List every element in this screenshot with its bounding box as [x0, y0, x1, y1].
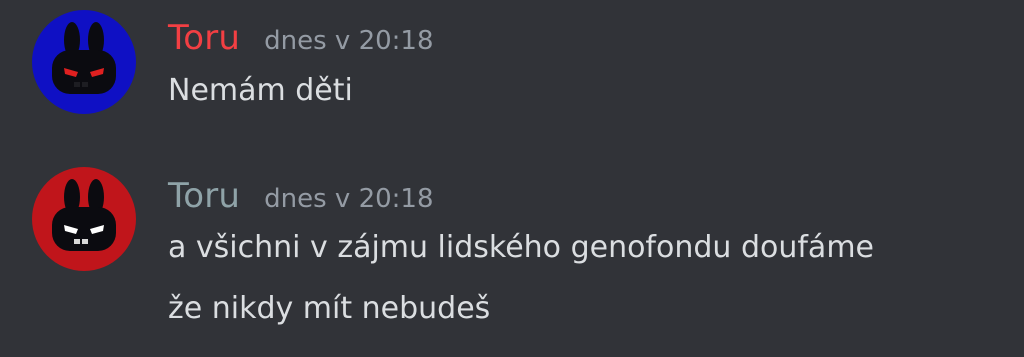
username[interactable]: Toru — [168, 176, 240, 216]
avatar[interactable] — [32, 167, 136, 271]
timestamp: dnes v 20:18 — [264, 26, 434, 56]
message-text: že nikdy mít nebudeš — [168, 291, 491, 326]
timestamp: dnes v 20:18 — [264, 184, 434, 214]
message-text: Nemám děti — [168, 73, 353, 108]
message-text: a všichni v zájmu lidského genofondu dou… — [168, 230, 874, 265]
bunny-avatar-icon — [32, 167, 136, 271]
avatar[interactable] — [32, 10, 136, 114]
chat-message-list: Toru dnes v 20:18 Nemám děti Toru dnes v… — [0, 0, 1024, 357]
bunny-avatar-icon — [32, 10, 136, 114]
username[interactable]: Toru — [168, 18, 240, 58]
